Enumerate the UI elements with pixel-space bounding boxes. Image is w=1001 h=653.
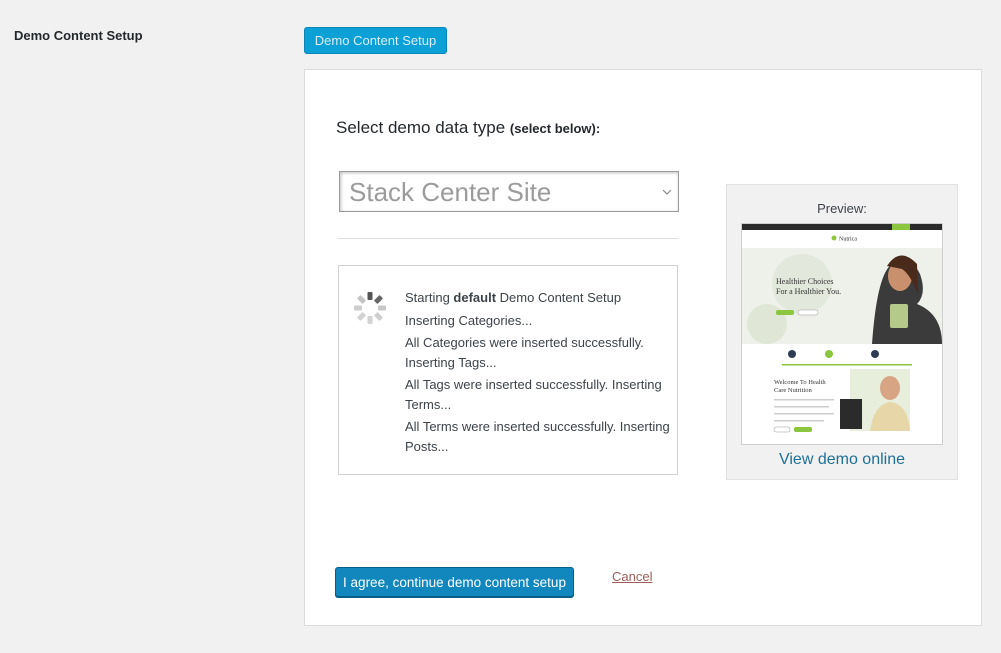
thumb-welcome-2: Care Nutrition: [774, 387, 812, 394]
loading-spinner-icon: [354, 292, 386, 324]
log-line: Inserting Categories...: [405, 312, 533, 328]
demo-content-setup-button[interactable]: Demo Content Setup: [304, 27, 447, 54]
thumb-welcome-1: Welcome To Health: [774, 379, 826, 386]
thumb-logo: Nutrica: [839, 237, 857, 243]
cancel-link[interactable]: Cancel: [612, 569, 652, 584]
thumb-headline-1: Healthier Choices: [776, 277, 834, 286]
log-line: All Terms were inserted successfully. In…: [405, 419, 670, 454]
preview-label: Preview:: [817, 201, 867, 216]
setup-log-box: Starting default Demo Content Setup Inse…: [338, 265, 678, 475]
preview-thumbnail: Nutrica Healthier Choices For a Healthie…: [741, 223, 943, 445]
view-demo-online-link[interactable]: View demo online: [727, 451, 957, 469]
log-start-suffix: Demo Content Setup: [496, 290, 622, 305]
log-start-type: default: [453, 290, 497, 305]
preview-thumbnail-image: Nutrica Healthier Choices For a Healthie…: [742, 224, 942, 433]
section-divider: [338, 238, 678, 239]
thumb-headline-2: For a Healthier You.: [776, 287, 841, 296]
select-heading-text: Select demo data type: [336, 118, 506, 137]
log-line: All Tags were inserted successfully. Ins…: [405, 377, 662, 412]
setting-label: Demo Content Setup: [14, 28, 143, 43]
select-heading: Select demo data type (select below):: [336, 118, 600, 138]
demo-type-selected-value: Stack Center Site: [349, 177, 552, 207]
log-lines: Starting default Demo Content Setup Inse…: [405, 288, 670, 459]
chevron-down-icon: [662, 189, 672, 195]
demo-preview: Preview: Nutrica Healthier Choices For a…: [726, 184, 958, 480]
demo-type-select[interactable]: Stack Center Site: [339, 171, 679, 212]
select-heading-hint: (select below):: [509, 121, 601, 136]
log-line: All Categories were inserted successfull…: [405, 335, 644, 370]
demo-setup-panel: Select demo data type (select below): St…: [304, 69, 982, 626]
log-start-prefix: Starting: [405, 290, 454, 305]
agree-continue-button[interactable]: I agree, continue demo content setup: [335, 567, 574, 597]
log-line-start: Starting default Demo Content Setup: [405, 288, 670, 308]
